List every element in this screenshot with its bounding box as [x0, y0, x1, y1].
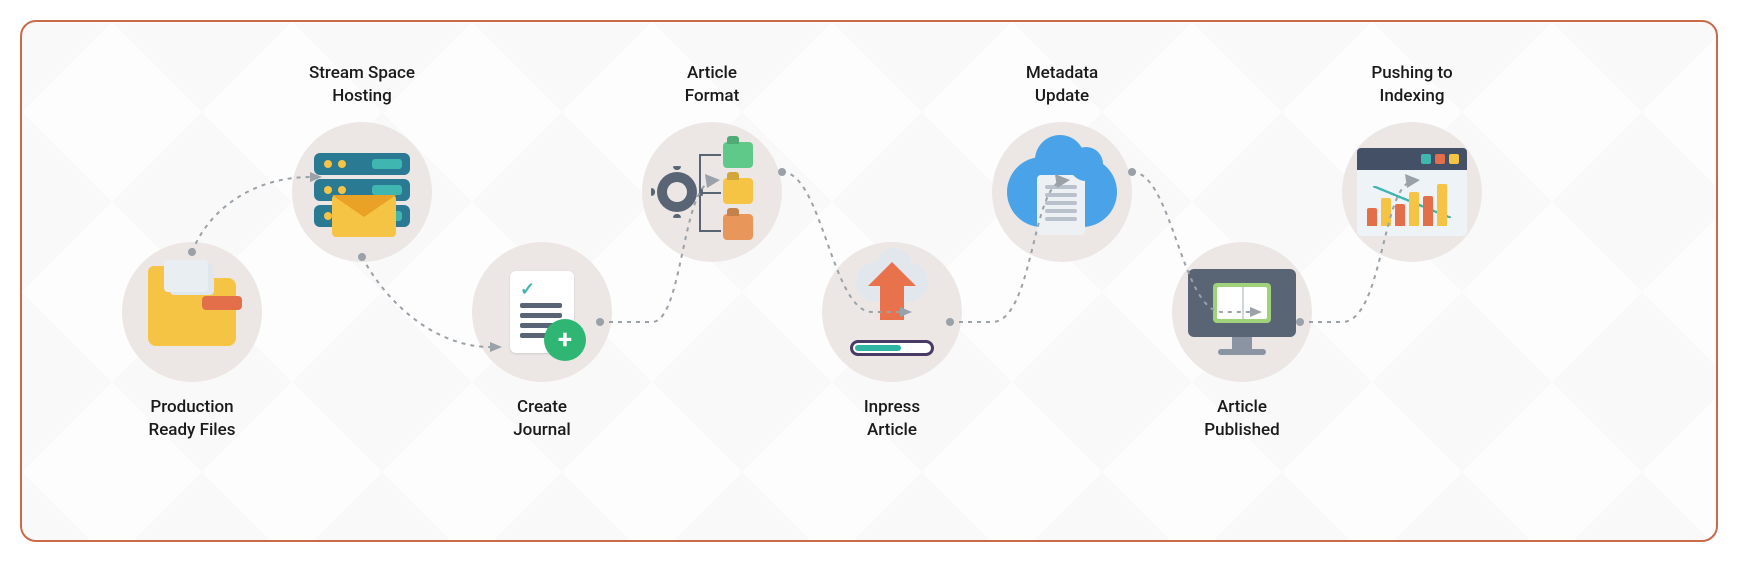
step-create-journal: ✓ + Create Journal — [452, 242, 632, 442]
workflow-diagram: Production Ready Files Stream Space Host… — [20, 20, 1718, 542]
step-pushing-to-indexing: Pushing to Indexing — [1322, 62, 1502, 262]
step-label: Article Format — [622, 62, 802, 108]
step-label: Inpress Article — [802, 396, 982, 442]
step-label: Stream Space Hosting — [272, 62, 452, 108]
folder-icon — [122, 242, 262, 382]
step-label: Metadata Update — [972, 62, 1152, 108]
step-metadata-update: Metadata Update — [972, 62, 1152, 262]
step-label: Article Published — [1152, 396, 1332, 442]
step-production-ready-files: Production Ready Files — [102, 242, 282, 442]
step-label: Production Ready Files — [102, 396, 282, 442]
monitor-book-icon — [1172, 242, 1312, 382]
server-stack-icon — [292, 122, 432, 262]
step-inpress-article: Inpress Article — [802, 242, 982, 442]
dashboard-chart-icon — [1342, 122, 1482, 262]
document-plus-icon: ✓ + — [472, 242, 612, 382]
step-article-format: Article Format — [622, 62, 802, 262]
upload-icon — [822, 242, 962, 382]
step-label: Pushing to Indexing — [1322, 62, 1502, 108]
step-stream-space-hosting: Stream Space Hosting — [272, 62, 452, 262]
gear-tree-icon — [642, 122, 782, 262]
step-article-published: Article Published — [1152, 242, 1332, 442]
step-label: Create Journal — [452, 396, 632, 442]
cloud-document-icon — [992, 122, 1132, 262]
